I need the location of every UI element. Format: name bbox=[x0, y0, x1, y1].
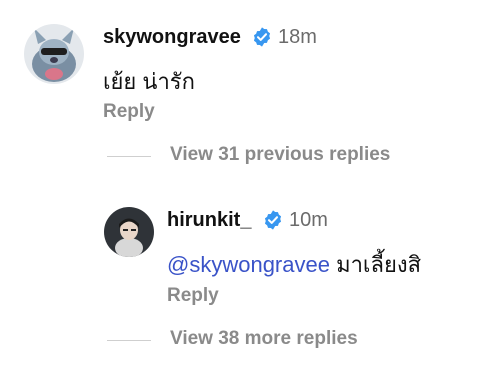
reply-timestamp: 10m bbox=[289, 209, 328, 231]
reply-button[interactable]: Reply bbox=[103, 101, 155, 123]
avatar[interactable] bbox=[24, 24, 84, 84]
comment-timestamp: 18m bbox=[278, 26, 317, 48]
view-more-replies-button[interactable]: View 38 more replies bbox=[170, 328, 358, 350]
thread-divider bbox=[107, 340, 151, 341]
verified-badge-icon bbox=[251, 26, 273, 48]
avatar[interactable] bbox=[104, 207, 154, 257]
comment-username[interactable]: skywongravee bbox=[103, 26, 241, 49]
comment-text: เย้ย น่ารัก bbox=[103, 69, 195, 94]
reply-text: @skywongravee มาเลี้ยงสิ bbox=[167, 247, 421, 282]
verified-badge-icon bbox=[262, 209, 284, 231]
view-previous-replies-button[interactable]: View 31 previous replies bbox=[170, 144, 390, 166]
reply-body: มาเลี้ยงสิ bbox=[329, 252, 421, 277]
comment-thread: skywongravee 18m เย้ย น่ารัก Reply View … bbox=[0, 0, 487, 369]
reply-username[interactable]: hirunkit_ bbox=[167, 209, 251, 232]
mention-link[interactable]: @skywongravee bbox=[167, 252, 330, 277]
reply-button[interactable]: Reply bbox=[167, 285, 219, 307]
thread-divider bbox=[107, 156, 151, 157]
